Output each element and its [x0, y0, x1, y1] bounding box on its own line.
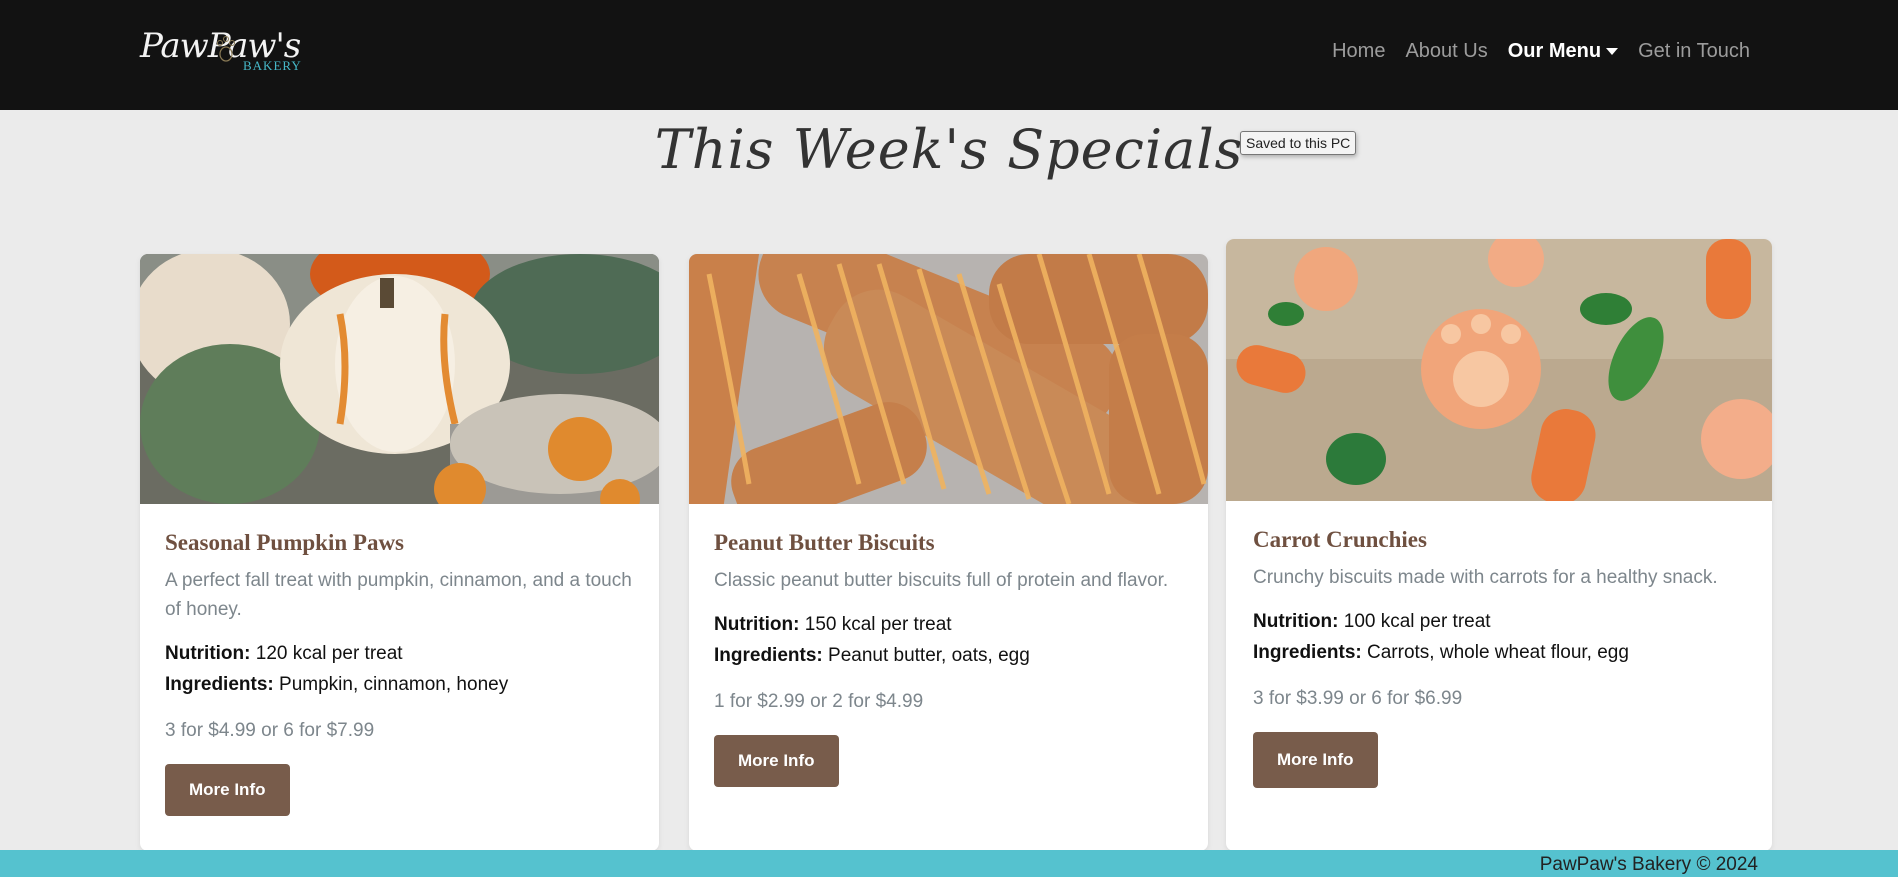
caret-down-icon	[1606, 48, 1619, 56]
navbar: PawPaw's BAKERY Home About Us Our Menu G…	[0, 0, 1898, 110]
ingredients-label: Ingredients:	[165, 674, 274, 695]
product-card-peanut-butter: Peanut Butter Biscuits Classic peanut bu…	[689, 254, 1208, 851]
nav-home-link[interactable]: Home	[1332, 40, 1385, 63]
page-title: This Week's Specials	[654, 118, 1244, 181]
ingredients-line: Ingredients: Pumpkin, cinnamon, honey	[165, 669, 634, 700]
ingredients-value: Pumpkin, cinnamon, honey	[279, 674, 509, 695]
ingredients-label: Ingredients:	[1253, 642, 1362, 663]
nutrition-line: Nutrition: 100 kcal per treat	[1253, 606, 1747, 637]
card-facts: Nutrition: 150 kcal per treat Ingredient…	[714, 609, 1183, 671]
nav-about-link[interactable]: About Us	[1405, 40, 1487, 63]
card-facts: Nutrition: 100 kcal per treat Ingredient…	[1253, 606, 1747, 668]
paw-logo-icon	[217, 36, 235, 62]
footer-copyright: PawPaw's Bakery © 2024	[1539, 854, 1758, 875]
nutrition-label: Nutrition:	[1253, 611, 1339, 632]
nutrition-label: Nutrition:	[165, 643, 251, 664]
card-price: 3 for $3.99 or 6 for $6.99	[1253, 688, 1463, 709]
card-facts: Nutrition: 120 kcal per treat Ingredient…	[165, 638, 634, 700]
nutrition-line: Nutrition: 120 kcal per treat	[165, 638, 634, 669]
logo-subtitle: BAKERY	[243, 58, 302, 73]
pumpkin-treat-image	[140, 254, 659, 504]
card-title: Seasonal Pumpkin Paws	[165, 530, 405, 555]
nutrition-line: Nutrition: 150 kcal per treat	[714, 609, 1183, 640]
ingredients-label: Ingredients:	[714, 645, 823, 666]
product-card-carrot: Carrot Crunchies Crunchy biscuits made w…	[1226, 239, 1772, 851]
more-info-button[interactable]: More Info	[165, 764, 290, 816]
footer: PawPaw's Bakery © 2024	[0, 850, 1898, 877]
nutrition-value: 150 kcal per treat	[804, 614, 952, 635]
peanut-butter-biscuit-image	[689, 254, 1208, 504]
carrot-crunchies-image	[1226, 239, 1772, 501]
card-price: 1 for $2.99 or 2 for $4.99	[714, 691, 924, 712]
card-description: A perfect fall treat with pumpkin, cinna…	[165, 570, 632, 620]
more-info-button[interactable]: More Info	[714, 735, 839, 787]
nav-contact-link[interactable]: Get in Touch	[1638, 40, 1750, 63]
nutrition-value: 100 kcal per treat	[1343, 611, 1491, 632]
card-body: Seasonal Pumpkin Paws A perfect fall tre…	[165, 530, 634, 816]
card-title: Carrot Crunchies	[1253, 527, 1427, 552]
card-price: 3 for $4.99 or 6 for $7.99	[165, 720, 375, 741]
ingredients-line: Ingredients: Peanut butter, oats, egg	[714, 640, 1183, 671]
more-info-button[interactable]: More Info	[1253, 732, 1378, 788]
ingredients-value: Peanut butter, oats, egg	[828, 645, 1030, 666]
nutrition-value: 120 kcal per treat	[255, 643, 403, 664]
brand-logo[interactable]: PawPaw's BAKERY	[140, 24, 320, 74]
saved-tooltip: Saved to this PC	[1240, 131, 1357, 155]
nav-menu-dropdown[interactable]: Our Menu	[1507, 40, 1619, 63]
card-description: Crunchy biscuits made with carrots for a…	[1253, 567, 1718, 588]
ingredients-value: Carrots, whole wheat flour, egg	[1367, 642, 1629, 663]
ingredients-line: Ingredients: Carrots, whole wheat flour,…	[1253, 637, 1747, 668]
nav-menu-label: Our Menu	[1507, 40, 1602, 62]
product-card-pumpkin: Seasonal Pumpkin Paws A perfect fall tre…	[140, 254, 659, 851]
card-body: Carrot Crunchies Crunchy biscuits made w…	[1253, 527, 1747, 788]
card-title: Peanut Butter Biscuits	[714, 530, 935, 555]
nav-menu: Home About Us Our Menu Get in Touch	[1332, 40, 1750, 63]
card-description: Classic peanut butter biscuits full of p…	[714, 570, 1169, 591]
nutrition-label: Nutrition:	[714, 614, 800, 635]
card-body: Peanut Butter Biscuits Classic peanut bu…	[714, 530, 1183, 787]
